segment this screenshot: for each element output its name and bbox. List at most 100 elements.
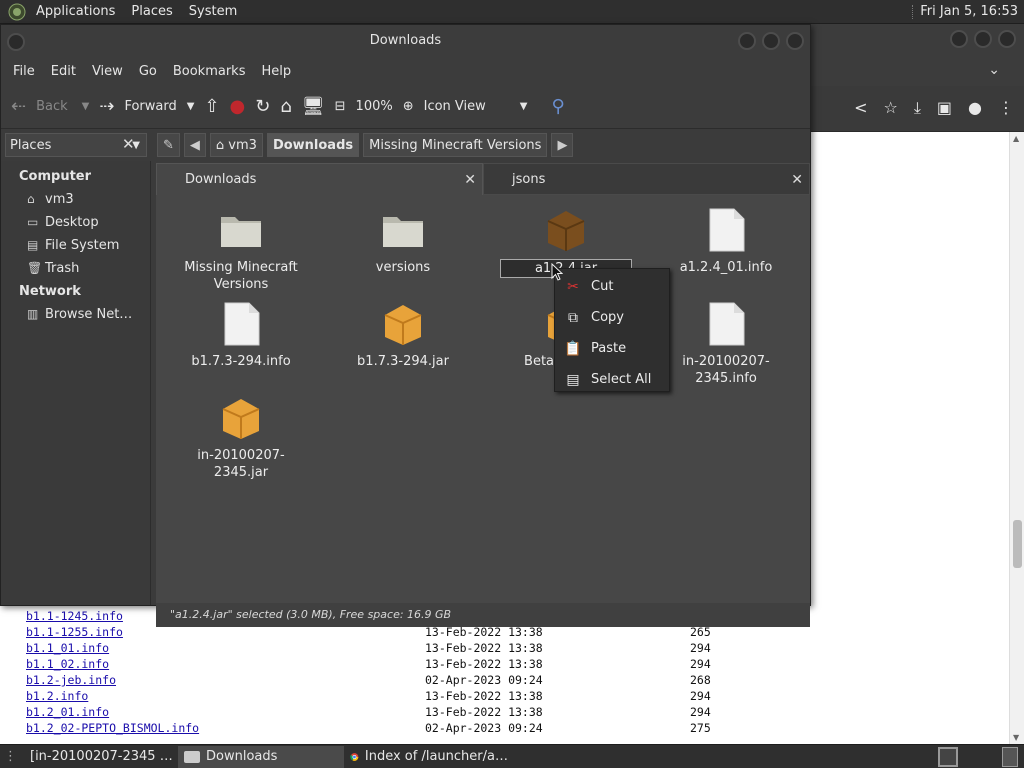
close-button[interactable] — [786, 32, 804, 50]
file-item[interactable]: versions — [333, 205, 473, 276]
stop-icon[interactable]: ● — [230, 96, 246, 117]
sidepanel-icon[interactable]: ▣ — [937, 98, 952, 118]
minimize-button[interactable] — [950, 30, 968, 48]
sidebar-item-desktop[interactable]: ▭ Desktop — [1, 211, 150, 234]
file-item[interactable]: a1.2.4_01.info — [656, 205, 796, 276]
forward-history-dropdown-icon[interactable]: ▼ — [187, 101, 195, 112]
context-menu-paste[interactable]: 📋 Paste — [555, 333, 669, 364]
minimize-button[interactable] — [738, 32, 756, 50]
up-arrow-icon[interactable]: ⇧ — [204, 96, 219, 117]
file-item[interactable]: in-20100207-2345.info — [656, 299, 796, 387]
trash-applet-icon[interactable] — [1002, 747, 1018, 767]
tab-downloads[interactable]: Downloads ✕ — [156, 163, 483, 195]
close-sidebar-icon[interactable]: ✕ — [122, 135, 135, 153]
menu-bookmarks[interactable]: Bookmarks — [165, 64, 254, 79]
task-browser-jar[interactable]: [in-20100207-2345 … — [18, 746, 178, 768]
gnome-foot-icon[interactable] — [6, 1, 28, 23]
listing-link[interactable]: b1.1-1245.info — [26, 608, 123, 624]
zoom-out-icon[interactable]: ⊟ — [335, 99, 346, 114]
scrollbar-thumb[interactable] — [1013, 520, 1022, 568]
tab-jsons[interactable]: jsons ✕ — [483, 163, 810, 195]
breadcrumb-back-icon[interactable]: ◀ — [183, 133, 206, 157]
context-menu-cut[interactable]: ✂ Cut — [555, 271, 669, 302]
icon-view[interactable]: Missing Minecraft Versions versions a1.2.4… — [156, 195, 810, 603]
window-menu-button[interactable] — [7, 33, 25, 51]
places-menu[interactable]: Places — [123, 0, 180, 24]
menu-edit[interactable]: Edit — [43, 64, 84, 79]
profile-icon[interactable]: ● — [968, 98, 982, 118]
listing-link[interactable]: b1.1_02.info — [26, 656, 109, 672]
breadcrumb-downloads[interactable]: Downloads — [266, 133, 360, 157]
listing-link[interactable]: b1.2_02-PEPTO_BISMOL.info — [26, 720, 199, 736]
system-menu[interactable]: System — [181, 0, 245, 24]
chrome-icon — [350, 752, 359, 761]
menu-file[interactable]: File — [5, 64, 43, 79]
back-history-dropdown-icon[interactable]: ▼ — [82, 101, 90, 112]
file-item[interactable]: b1.7.3-294.info — [171, 299, 311, 370]
window-titlebar[interactable]: Downloads — [1, 25, 810, 57]
show-desktop-icon[interactable] — [938, 747, 958, 767]
menu-view[interactable]: View — [84, 64, 131, 79]
desktop-icon: ▭ — [27, 215, 39, 229]
listing-date: 13-Feb-2022 13:38 — [425, 689, 543, 703]
zoom-in-icon[interactable]: ⊕ — [403, 99, 414, 114]
browser-scrollbar[interactable]: ▲ ▼ — [1009, 132, 1024, 744]
file-label: b1.7.3-294.info — [191, 354, 291, 369]
breadcrumb-forward-icon[interactable]: ▶ — [551, 133, 574, 157]
chevron-down-icon[interactable]: ⌄ — [988, 62, 1000, 78]
listing-link[interactable]: b1.2.info — [26, 688, 88, 704]
task-downloads[interactable]: Downloads — [178, 745, 344, 768]
edit-location-button[interactable]: ✎ — [157, 133, 180, 157]
listing-size: 294 — [690, 641, 711, 655]
listing-link[interactable]: b1.1_01.info — [26, 640, 109, 656]
toolbar: ⇠ Back ▼ ⇢ Forward ▼ ⇧ ● ↻ ⌂ 🖥 ⊟ 100% ⊕ … — [1, 85, 810, 129]
back-button[interactable]: ⇠ Back ▼ — [11, 96, 89, 117]
context-menu-select-all[interactable]: ▤ Select All — [555, 364, 669, 395]
home-icon[interactable]: ⌂ — [280, 96, 291, 117]
listing-date: 02-Apr-2023 09:24 — [425, 673, 543, 687]
listing-row: b1.1_01.info 13-Feb-2022 13:38 294 — [26, 640, 786, 656]
close-tab-icon[interactable]: ✕ — [791, 164, 803, 196]
listing-link[interactable]: b1.2_01.info — [26, 704, 109, 720]
sidebar-item-browse-network[interactable]: ▥ Browse Net… — [1, 303, 150, 326]
download-icon[interactable]: ⤓ — [914, 98, 921, 118]
scroll-down-icon[interactable]: ▼ — [1013, 733, 1019, 742]
forward-button[interactable]: ⇢ Forward ▼ — [99, 96, 194, 117]
listing-link[interactable]: b1.2-jeb.info — [26, 672, 116, 688]
bookmark-star-icon[interactable]: ☆ — [883, 98, 897, 118]
computer-icon[interactable]: 🖥 — [302, 96, 325, 117]
document-icon — [702, 205, 750, 253]
share-icon[interactable]: < — [854, 98, 867, 118]
kebab-menu-icon[interactable]: ⋮ — [998, 98, 1014, 118]
task-browser-index[interactable]: Index of /launcher/a… — [344, 746, 514, 768]
file-label: Missing Minecraft Versions — [184, 260, 298, 292]
maximize-button[interactable] — [762, 32, 780, 50]
close-tab-icon[interactable]: ✕ — [464, 164, 476, 196]
sidebar-item-vm3[interactable]: ⌂ vm3 — [1, 188, 150, 211]
menu-go[interactable]: Go — [131, 64, 165, 79]
maximize-button[interactable] — [974, 30, 992, 48]
file-item[interactable]: b1.7.3-294.jar — [333, 299, 473, 370]
arrow-right-icon: ⇢ — [99, 96, 115, 117]
menu-help[interactable]: Help — [253, 64, 299, 79]
view-mode-select[interactable]: Icon View ▼ — [424, 99, 528, 114]
zoom-level[interactable]: 100% — [356, 99, 393, 114]
file-item[interactable]: in-20100207-2345.jar — [171, 393, 311, 481]
search-icon[interactable]: ⚲ — [551, 96, 564, 117]
listing-date: 13-Feb-2022 13:38 — [425, 705, 543, 719]
window-title: Downloads — [369, 33, 442, 48]
close-button[interactable] — [998, 30, 1016, 48]
context-menu-copy[interactable]: ⧉ Copy — [555, 302, 669, 333]
sidebar-item-file-system[interactable]: ▤ File System — [1, 234, 150, 257]
breadcrumb-vm3[interactable]: ⌂ vm3 — [209, 133, 263, 157]
clock[interactable]: Fri Jan 5, 16:53 — [920, 4, 1018, 19]
applications-menu[interactable]: Applications — [28, 0, 123, 24]
listing-link[interactable]: b1.1-1255.info — [26, 624, 123, 640]
scroll-up-icon[interactable]: ▲ — [1013, 134, 1019, 143]
status-bar: "a1.2.4.jar" selected (3.0 MB), Free spa… — [156, 603, 810, 627]
breadcrumb-missing-minecraft-versions[interactable]: Missing Minecraft Versions — [363, 133, 548, 157]
reload-icon[interactable]: ↻ — [255, 96, 270, 117]
sidebar-item-trash[interactable]: 🗑 Trash — [1, 257, 150, 280]
file-item[interactable]: Missing Minecraft Versions — [171, 205, 311, 293]
drive-icon: ▤ — [27, 238, 39, 252]
